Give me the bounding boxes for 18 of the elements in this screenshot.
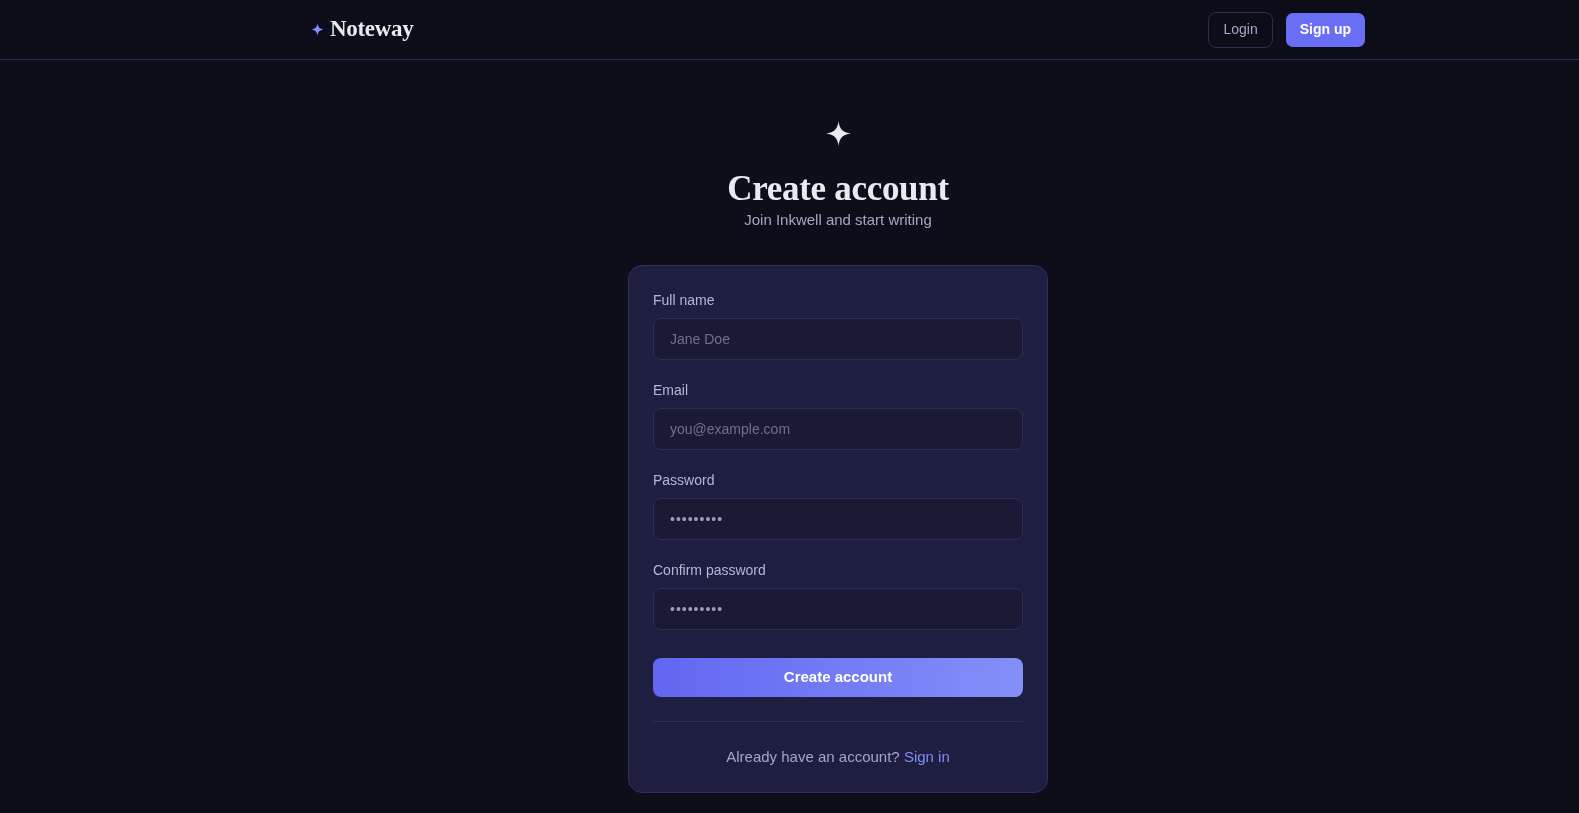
- logo-text[interactable]: Noteway: [330, 12, 414, 47]
- page-title: Create account: [727, 168, 949, 210]
- password-field[interactable]: •••••••••: [653, 588, 1023, 630]
- sign-up-button[interactable]: Sign up: [1285, 12, 1365, 47]
- field-label: Confirm password: [653, 561, 767, 580]
- field-label: Password: [653, 471, 716, 490]
- sparkle-icon: [825, 121, 851, 146]
- footer-text: Already have an account?: [726, 748, 900, 765]
- sign-in-link[interactable]: Sign in: [903, 748, 950, 765]
- input-field[interactable]: Jane Doe: [653, 318, 1023, 360]
- password-field[interactable]: •••••••••: [653, 498, 1023, 540]
- page-subtitle: Join Inkwell and start writing: [744, 210, 932, 230]
- login-button[interactable]: Login: [1208, 11, 1273, 48]
- input-field[interactable]: you@example.com: [653, 408, 1023, 450]
- sparkle-icon: [311, 23, 324, 36]
- field-label: Email: [653, 381, 689, 400]
- field-label: Full name: [653, 291, 716, 310]
- create-account-button[interactable]: Create account: [653, 658, 1023, 697]
